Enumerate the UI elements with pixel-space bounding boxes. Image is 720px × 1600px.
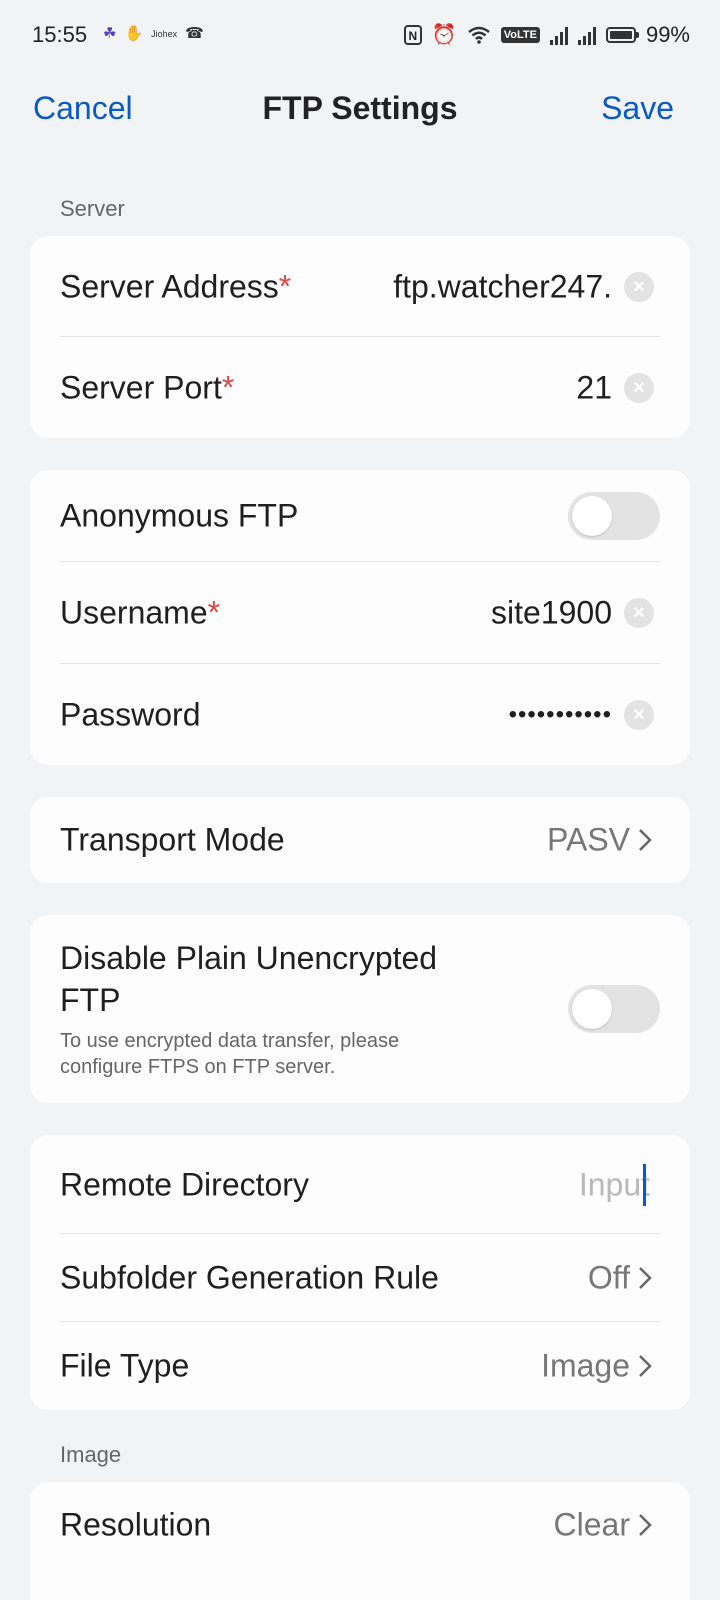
jiohex-icon: Jiohex [151, 29, 178, 39]
section-label-image: Image [60, 1442, 122, 1467]
toggle-knob [572, 496, 612, 536]
encryption-hint: To use encrypted data transfer, please co… [60, 1030, 400, 1078]
subfolder-rule-row[interactable]: Subfolder Generation Rule Off [30, 1234, 690, 1322]
password-row[interactable]: Password ••••••••••• × [30, 664, 690, 765]
auth-card: Anonymous FTP Username* site1900 × Passw… [30, 470, 690, 765]
remote-directory-row[interactable]: Remote Directory Input [30, 1135, 690, 1234]
status-bar: 15:55 ☘ ✋ Jiohex ☎ N ⏰ VoLTE 99% [0, 0, 720, 70]
clear-icon[interactable]: × [624, 699, 654, 730]
server-address-label: Server Address* [60, 268, 292, 304]
file-type-value: Image [541, 1347, 630, 1384]
subfolder-rule-label: Subfolder Generation Rule [60, 1259, 439, 1296]
server-card: Server Address* ftp.watcher247. × Server… [30, 236, 690, 438]
anonymous-ftp-label: Anonymous FTP [60, 497, 299, 534]
clear-icon[interactable]: × [624, 598, 654, 628]
alarm-icon: ⏰ [431, 24, 457, 46]
chevron-right-icon [639, 829, 652, 851]
disable-plain-ftp-row: Disable Plain Unencrypted FTP To use encr… [30, 915, 690, 1103]
chevron-right-icon [639, 1267, 652, 1289]
anonymous-ftp-toggle[interactable] [568, 492, 660, 540]
anonymous-ftp-row: Anonymous FTP [30, 470, 690, 562]
username-label: Username* [60, 594, 221, 631]
signal-icon-2 [577, 25, 596, 45]
battery-percent: 99% [645, 22, 690, 47]
transport-mode-label: Transport Mode [60, 821, 285, 858]
wifi-icon [467, 26, 490, 44]
app-icon: ☘ [103, 25, 117, 42]
chevron-right-icon [639, 1514, 652, 1536]
clear-icon[interactable]: × [624, 372, 654, 403]
subfolder-rule-value: Off [587, 1259, 630, 1296]
server-port-field[interactable]: 21 [576, 369, 612, 406]
password-label: Password [60, 696, 201, 732]
section-label-server: Server [60, 196, 125, 221]
resolution-value: Clear [553, 1506, 630, 1543]
disable-plain-ftp-toggle[interactable] [568, 985, 660, 1033]
resolution-label: Resolution [60, 1506, 212, 1543]
transport-card: Transport Mode PASV [30, 797, 690, 883]
required-mark: * [278, 268, 292, 304]
wifi-calling-icon: ☎ [185, 25, 204, 42]
toggle-knob [572, 989, 612, 1029]
resolution-row[interactable]: Resolution Clear [30, 1482, 690, 1568]
server-address-field[interactable]: ftp.watcher247. [393, 268, 612, 305]
text-cursor [643, 1163, 646, 1206]
status-right-icons: N ⏰ VoLTE 99% [403, 22, 690, 48]
nfc-icon: N [403, 25, 422, 45]
password-field[interactable]: ••••••••••• [509, 701, 612, 729]
navigation-bar: Cancel FTP Settings Save [0, 70, 720, 150]
server-port-row[interactable]: Server Port* 21 × [30, 337, 690, 438]
transport-mode-row[interactable]: Transport Mode PASV [30, 797, 690, 883]
remote-directory-label: Remote Directory [60, 1166, 309, 1202]
clear-icon[interactable]: × [624, 271, 654, 302]
volte-icon: VoLTE [500, 27, 540, 43]
save-button[interactable]: Save [601, 90, 674, 127]
file-type-label: File Type [60, 1347, 190, 1384]
encryption-card: Disable Plain Unencrypted FTP To use encr… [30, 915, 690, 1103]
required-mark: * [221, 369, 235, 405]
username-field[interactable]: site1900 [491, 595, 612, 632]
file-type-row[interactable]: File Type Image [30, 1322, 690, 1410]
chevron-right-icon [639, 1355, 652, 1377]
signal-icon-1 [549, 25, 568, 45]
disable-plain-ftp-label: Disable Plain Unencrypted FTP [60, 940, 438, 1018]
battery-icon [605, 27, 639, 43]
directory-card: Remote Directory Input Subfolder Generat… [30, 1135, 690, 1410]
status-time: 15:55 [32, 22, 88, 47]
username-row[interactable]: Username* site1900 × [30, 562, 690, 664]
hand-icon: ✋ [124, 25, 144, 42]
required-mark: * [207, 594, 221, 631]
transport-mode-value: PASV [547, 821, 630, 858]
server-address-row[interactable]: Server Address* ftp.watcher247. × [30, 236, 690, 337]
image-card: Resolution Clear [30, 1482, 690, 1600]
status-left-icons: ☘ ✋ Jiohex ☎ [103, 22, 204, 46]
remote-directory-input[interactable]: Input [579, 1166, 650, 1203]
server-port-label: Server Port* [60, 369, 235, 405]
